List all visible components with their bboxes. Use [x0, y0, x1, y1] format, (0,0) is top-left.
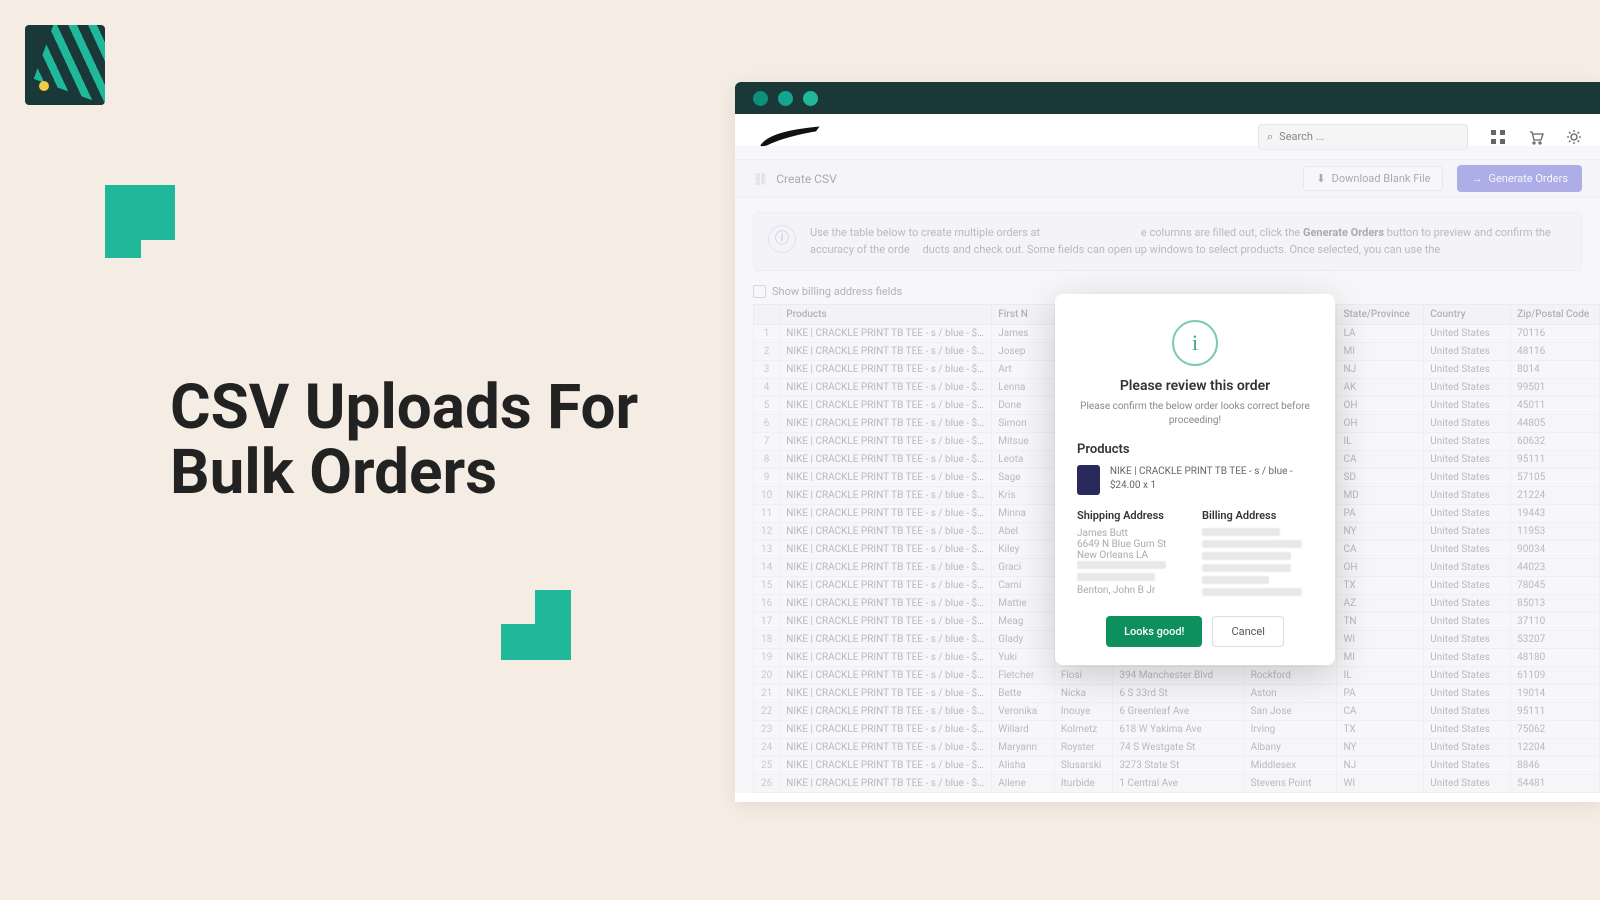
- grid-icon[interactable]: [1490, 129, 1506, 145]
- ship-name: James Butt: [1077, 528, 1188, 539]
- ship-line: 6649 N Blue Gum St: [1077, 539, 1188, 550]
- products-heading: Products: [1077, 442, 1313, 457]
- review-order-modal: i Please review this order Please confir…: [1055, 294, 1335, 665]
- cart-icon[interactable]: [1528, 129, 1544, 145]
- ship-line: New Orleans LA: [1077, 550, 1188, 561]
- decoration-shape: [535, 590, 571, 660]
- ship-line: Benton, John B Jr: [1077, 585, 1188, 596]
- window-dot-icon[interactable]: [778, 91, 793, 106]
- brand-logo-badge: [25, 25, 105, 105]
- hero-title: CSV Uploads For Bulk Orders: [170, 375, 638, 505]
- cancel-button[interactable]: Cancel: [1212, 616, 1283, 647]
- search-icon: ⌕: [1267, 130, 1273, 144]
- decoration-shape: [105, 185, 175, 240]
- window-dot-icon[interactable]: [753, 91, 768, 106]
- billing-heading: Billing Address: [1202, 509, 1313, 522]
- window-titlebar: [735, 82, 1600, 114]
- window-dot-icon[interactable]: [803, 91, 818, 106]
- product-line: NIKE | CRACKLE PRINT TB TEE - s / blue -…: [1110, 465, 1313, 493]
- search-placeholder: Search ...: [1279, 130, 1324, 143]
- gear-icon[interactable]: [1566, 129, 1582, 145]
- info-icon: i: [1172, 320, 1218, 366]
- product-thumbnail: [1077, 465, 1100, 495]
- app-window: ⌕ Search ... ⛓ Create CSV ⬇ Download Bla…: [735, 82, 1600, 802]
- looks-good-button[interactable]: Looks good!: [1106, 616, 1202, 647]
- shipping-heading: Shipping Address: [1077, 509, 1188, 522]
- modal-subtitle: Please confirm the below order looks cor…: [1077, 400, 1313, 428]
- modal-title: Please review this order: [1077, 378, 1313, 394]
